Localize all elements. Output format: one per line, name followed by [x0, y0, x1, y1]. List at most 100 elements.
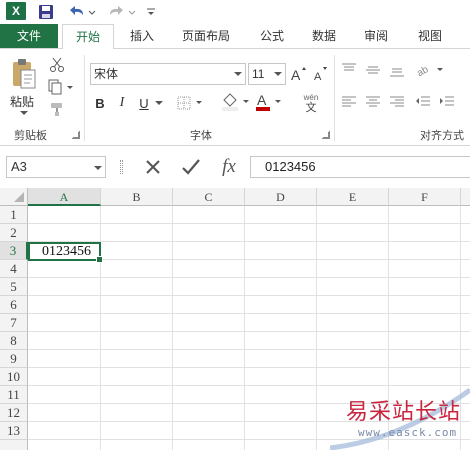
font-name-select[interactable]: 宋体 — [90, 63, 246, 85]
svg-text:A: A — [291, 67, 301, 83]
row-header[interactable]: 13 — [0, 422, 28, 440]
gridline — [28, 295, 470, 296]
borders-icon[interactable] — [176, 93, 206, 113]
tab-review[interactable]: 审阅 — [356, 24, 396, 48]
name-box[interactable]: A3 — [6, 156, 106, 178]
row-header[interactable]: 5 — [0, 278, 28, 296]
paste-label: 粘贴 — [10, 95, 35, 109]
paste-icon[interactable] — [8, 57, 40, 93]
tab-insert[interactable]: 插入 — [122, 24, 162, 48]
formula-bar: A3 fx 0123456 — [0, 146, 470, 184]
decrease-indent-icon[interactable] — [414, 93, 432, 111]
gridline — [28, 223, 470, 224]
row-header[interactable]: 8 — [0, 332, 28, 350]
tab-page-layout[interactable]: 页面布局 — [176, 24, 236, 48]
clipboard-group-label: 剪贴板 — [14, 129, 47, 142]
tab-data[interactable]: 数据 — [304, 24, 344, 48]
watermark-url: www.easck.com — [358, 426, 458, 439]
formula-input[interactable]: 0123456 — [250, 156, 470, 178]
group-divider — [84, 55, 85, 141]
row-header[interactable]: 2 — [0, 224, 28, 242]
column-header[interactable]: C — [173, 188, 245, 206]
column-header[interactable]: F — [389, 188, 461, 206]
decrease-font-icon[interactable]: A — [312, 63, 330, 85]
font-launcher-icon[interactable] — [322, 131, 330, 139]
tab-view[interactable]: 视图 — [410, 24, 450, 48]
font-name-value: 宋体 — [94, 67, 119, 81]
name-box-dropdown-icon — [94, 166, 102, 170]
align-middle-icon[interactable] — [364, 61, 382, 79]
increase-font-icon[interactable]: A — [290, 63, 308, 85]
row-header[interactable]: 11 — [0, 386, 28, 404]
column-header[interactable]: A — [28, 188, 101, 206]
tab-home[interactable]: 开始 — [62, 24, 114, 49]
svg-text:ab: ab — [415, 64, 431, 77]
paste-dropdown-icon[interactable] — [20, 111, 28, 115]
redo-button[interactable] — [106, 2, 136, 22]
customize-toolbar-icon[interactable] — [144, 2, 158, 22]
column-header[interactable]: E — [317, 188, 389, 206]
row-header[interactable] — [0, 440, 28, 450]
font-color-icon[interactable]: A — [254, 91, 286, 113]
gridline — [244, 206, 245, 450]
row-header[interactable]: 10 — [0, 368, 28, 386]
column-header[interactable]: D — [245, 188, 317, 206]
font-size-value: 11 — [252, 67, 265, 81]
row-header[interactable]: 6 — [0, 296, 28, 314]
column-header[interactable]: B — [101, 188, 173, 206]
name-box-value: A3 — [11, 159, 27, 174]
row-header[interactable]: 3 — [0, 242, 28, 260]
cut-icon[interactable] — [46, 55, 68, 75]
gridline — [28, 277, 470, 278]
select-all-button[interactable] — [0, 188, 28, 206]
align-center-icon[interactable] — [364, 93, 382, 111]
ribbon: 粘贴 剪贴板 宋体 11 A A B I U A wén 文 字体 ab 对齐方… — [0, 48, 470, 146]
active-cell[interactable]: 0123456 — [28, 242, 103, 263]
gridline — [28, 331, 470, 332]
fill-color-icon[interactable] — [220, 91, 252, 113]
alignment-group-label: 对齐方式 — [420, 129, 464, 142]
group-divider — [334, 55, 335, 141]
enter-check-icon[interactable] — [176, 156, 206, 178]
copy-icon[interactable] — [46, 77, 76, 97]
underline-button[interactable]: U — [136, 93, 152, 113]
excel-logo-icon: X — [6, 2, 26, 20]
italic-button[interactable]: I — [114, 93, 130, 113]
increase-indent-icon[interactable] — [438, 93, 456, 111]
row-header[interactable]: 9 — [0, 350, 28, 368]
gridline — [172, 206, 173, 450]
watermark-title: 易采站长站 — [346, 400, 462, 425]
insert-function-button[interactable]: fx — [214, 154, 244, 180]
row-header[interactable]: 7 — [0, 314, 28, 332]
cancel-icon[interactable] — [138, 156, 168, 178]
align-top-icon[interactable] — [340, 61, 358, 79]
column-header[interactable] — [461, 188, 470, 206]
font-group-label: 字体 — [190, 129, 212, 142]
row-header[interactable]: 1 — [0, 206, 28, 224]
tab-formulas[interactable]: 公式 — [252, 24, 292, 48]
format-painter-icon[interactable] — [46, 99, 68, 119]
row-header[interactable]: 12 — [0, 404, 28, 422]
gridline — [28, 349, 470, 350]
align-bottom-icon[interactable] — [388, 61, 406, 79]
gridline — [28, 367, 470, 368]
svg-text:A: A — [314, 71, 322, 83]
align-right-icon[interactable] — [388, 93, 406, 111]
bold-button[interactable]: B — [92, 93, 108, 113]
gridline — [28, 313, 470, 314]
tab-file[interactable]: 文件 — [0, 24, 58, 48]
row-header[interactable]: 4 — [0, 260, 28, 278]
undo-button[interactable] — [66, 2, 96, 22]
clipboard-launcher-icon[interactable] — [72, 131, 80, 139]
save-icon[interactable] — [36, 2, 56, 22]
font-size-select[interactable]: 11 — [248, 63, 286, 85]
ribbon-tabs: 文件 开始 插入 页面布局 公式 数据 审阅 视图 — [0, 24, 470, 49]
svg-text:A: A — [257, 92, 267, 108]
orientation-icon[interactable]: ab — [414, 59, 448, 79]
paste-button[interactable]: 粘贴 — [10, 93, 44, 115]
phonetic-guide-icon[interactable]: wén 文 — [296, 91, 326, 115]
underline-dropdown-icon[interactable] — [152, 93, 166, 113]
align-left-icon[interactable] — [340, 93, 358, 111]
formula-bar-grip-icon[interactable] — [120, 160, 123, 174]
gridline — [316, 206, 317, 450]
